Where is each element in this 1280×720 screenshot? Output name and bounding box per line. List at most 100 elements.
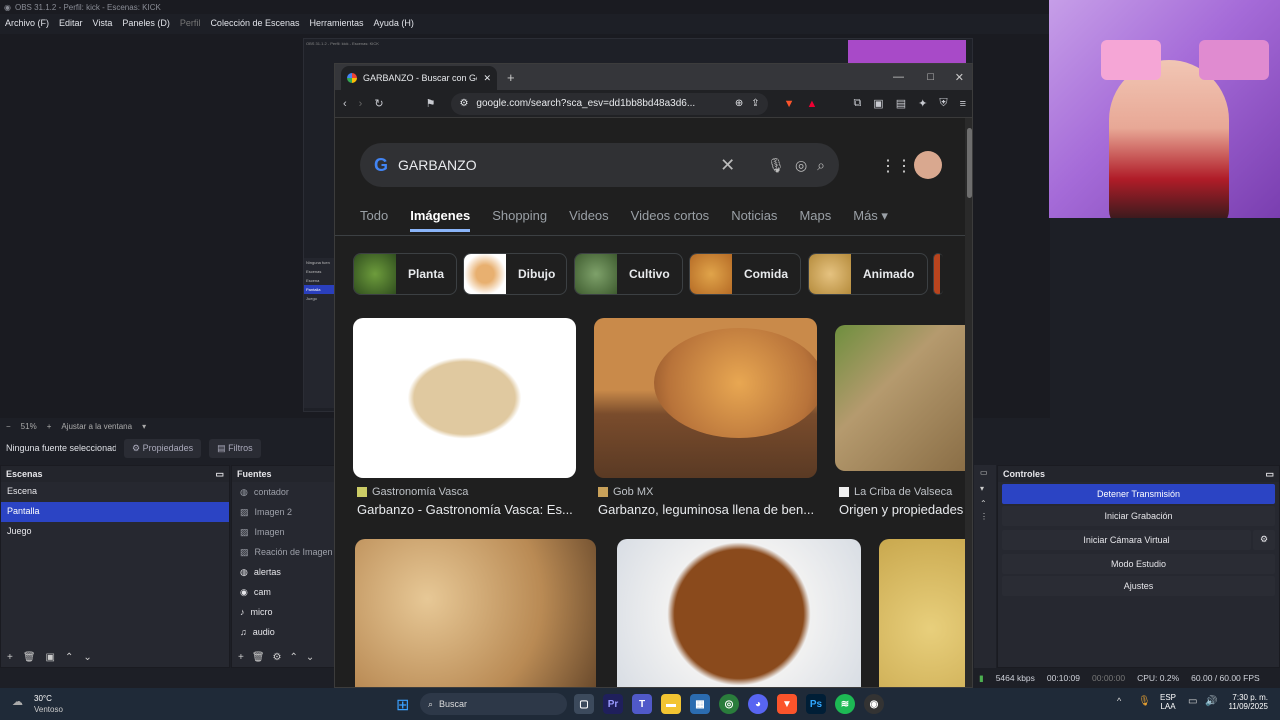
tab-todo[interactable]: Todo <box>360 208 388 232</box>
studio-mode-button[interactable]: Modo Estudio <box>1002 554 1275 574</box>
language[interactable]: ESP LAA <box>1160 693 1176 711</box>
filter-pill-dibujo[interactable]: Dibujo <box>463 253 567 295</box>
browser-tab[interactable]: GARBANZO - Buscar con Google ✕ <box>341 66 497 90</box>
taskbar-search[interactable]: ⌕ Buscar <box>420 693 567 715</box>
leo-icon[interactable]: ✦ <box>918 97 927 110</box>
tab-imagenes[interactable]: Imágenes <box>410 208 471 232</box>
dock-menu-icon[interactable]: ▭ <box>215 469 224 479</box>
menu-vista[interactable]: Vista <box>93 18 113 30</box>
network-icon[interactable]: ▭ <box>1188 696 1197 707</box>
dock-menu-icon[interactable]: ▭ <box>974 465 996 480</box>
result-source-1[interactable]: Gastronomía Vasca <box>357 486 468 498</box>
wallet-icon[interactable]: ▤ <box>896 97 906 110</box>
scene-item[interactable]: Escena <box>1 482 229 502</box>
filters-button[interactable]: ▤ Filtros <box>209 438 261 458</box>
source-item[interactable]: ♪ micro <box>232 602 334 622</box>
result-image-5[interactable] <box>617 539 861 687</box>
down-icon[interactable]: ⌄ <box>83 652 91 663</box>
filter-pill-more[interactable] <box>933 253 943 295</box>
explorer-icon[interactable]: ▬ <box>661 694 681 714</box>
settings-button[interactable]: Ajustes <box>1002 576 1275 596</box>
menu-perfil[interactable]: Perfil <box>180 18 201 30</box>
menu-paneles[interactable]: Paneles (D) <box>122 18 170 30</box>
menu-editar[interactable]: Editar <box>59 18 83 30</box>
up-icon[interactable]: ⌃ <box>290 652 298 663</box>
chevron-down-icon[interactable]: ▾ <box>142 422 146 431</box>
mic-tray-icon[interactable]: 🎙 <box>1138 696 1151 707</box>
result-title-1[interactable]: Garbanzo - Gastronomía Vasca: Es... <box>357 502 577 517</box>
new-tab-icon[interactable]: + <box>507 70 515 85</box>
menu-herramientas[interactable]: Herramientas <box>310 18 364 30</box>
premiere-icon[interactable]: Pr <box>603 694 623 714</box>
teams-icon[interactable]: T <box>632 694 652 714</box>
more-icon[interactable]: ⋮ <box>974 510 996 523</box>
menu-coleccion[interactable]: Colección de Escenas <box>210 18 299 30</box>
weather-temp[interactable]: 30°C <box>34 694 52 703</box>
source-item[interactable]: ♫ audio <box>232 622 334 642</box>
source-item[interactable]: ◉ cam <box>232 582 334 602</box>
scene-item[interactable]: Juego <box>1 522 229 542</box>
chevron-down-icon[interactable]: ▾ <box>974 480 996 497</box>
lens-icon[interactable]: ◎ <box>795 157 807 174</box>
result-title-3[interactable]: Origen y propiedades <box>839 502 965 517</box>
brave-rewards-icon[interactable]: ▲ <box>807 98 818 110</box>
search-box[interactable]: G GARBANZO ✕ 🎙 ◎ ⌕ <box>360 143 839 187</box>
back-icon[interactable]: ‹ <box>343 98 347 110</box>
filter-pill-planta[interactable]: Planta <box>353 253 457 295</box>
gear-icon[interactable]: ⚙ <box>273 652 282 663</box>
brave-shield-icon[interactable]: ▼ <box>784 98 795 110</box>
result-image-4[interactable] <box>355 539 596 687</box>
up-icon[interactable]: ⌃ <box>65 652 73 663</box>
tab-videos-cortos[interactable]: Videos cortos <box>631 208 710 232</box>
brave-icon[interactable]: ▼ <box>777 694 797 714</box>
menu-ayuda[interactable]: Ayuda (H) <box>374 18 414 30</box>
result-source-3[interactable]: La Criba de Valseca <box>839 486 952 498</box>
chrome-icon[interactable]: ◎ <box>719 694 739 714</box>
result-source-2[interactable]: Gob MX <box>598 486 653 498</box>
scroll-thumb[interactable] <box>967 128 972 198</box>
zoom-in-button[interactable]: + <box>47 422 52 431</box>
source-item[interactable]: ▨ Reación de Imagen <box>232 542 334 562</box>
forward-icon[interactable]: › <box>359 98 363 110</box>
tab-maps[interactable]: Maps <box>799 208 831 232</box>
apps-grid-icon[interactable]: ⋮⋮ <box>880 156 912 176</box>
scene-item-selected[interactable]: Pantalla <box>1 502 229 522</box>
photoshop-icon[interactable]: Ps <box>806 694 826 714</box>
site-info-icon[interactable]: ⚙ <box>459 98 468 109</box>
sidebar-icon[interactable]: ▣ <box>873 97 883 110</box>
add-icon[interactable]: + <box>7 652 13 663</box>
zoom-out-button[interactable]: − <box>6 422 11 431</box>
store-icon[interactable]: ▦ <box>690 694 710 714</box>
virtual-camera-button[interactable]: Iniciar Cámara Virtual <box>1002 530 1251 550</box>
url-field[interactable]: ⚙ google.com/search?sca_esv=dd1bb8bd48a3… <box>451 92 768 115</box>
search-icon[interactable]: ⌕ <box>817 157 825 174</box>
result-image-1[interactable] <box>353 318 576 478</box>
trash-icon[interactable]: 🗑 <box>252 652 265 663</box>
source-item[interactable]: ▨ Imagen <box>232 522 334 542</box>
mic-icon[interactable]: 🎙 <box>767 157 785 174</box>
result-image-2[interactable] <box>594 318 817 478</box>
spotify-icon[interactable]: ≋ <box>835 694 855 714</box>
reload-icon[interactable]: ↻ <box>374 97 383 110</box>
tab-videos[interactable]: Videos <box>569 208 609 232</box>
tab-mas[interactable]: Más ▾ <box>853 208 888 232</box>
chevron-up-icon[interactable]: ^ <box>1117 696 1121 706</box>
share-icon[interactable]: ⇪ <box>751 98 759 109</box>
result-image-3[interactable] <box>835 325 965 471</box>
stop-stream-button[interactable]: Detener Transmisión <box>1002 484 1275 504</box>
close-window-icon[interactable]: ✕ <box>955 71 964 84</box>
discord-icon[interactable]: ◕ <box>748 694 768 714</box>
taskview-icon[interactable]: ▢ <box>574 694 594 714</box>
clear-icon[interactable]: ✕ <box>720 155 735 176</box>
source-item[interactable]: ▨ Imagen 2 <box>232 502 334 522</box>
gear-icon[interactable]: ⚙ <box>1253 530 1275 550</box>
close-tab-icon[interactable]: ✕ <box>483 73 491 84</box>
scrollbar[interactable] <box>965 118 972 687</box>
filter-pill-animado[interactable]: Animado <box>808 253 928 295</box>
menu-icon[interactable]: ≡ <box>960 98 966 110</box>
menu-archivo[interactable]: Archivo (F) <box>5 18 49 30</box>
filter-pill-comida[interactable]: Comida <box>689 253 801 295</box>
filter-icon[interactable]: ▣ <box>46 652 55 663</box>
tab-shopping[interactable]: Shopping <box>492 208 547 232</box>
source-item[interactable]: ◍ alertas <box>232 562 334 582</box>
